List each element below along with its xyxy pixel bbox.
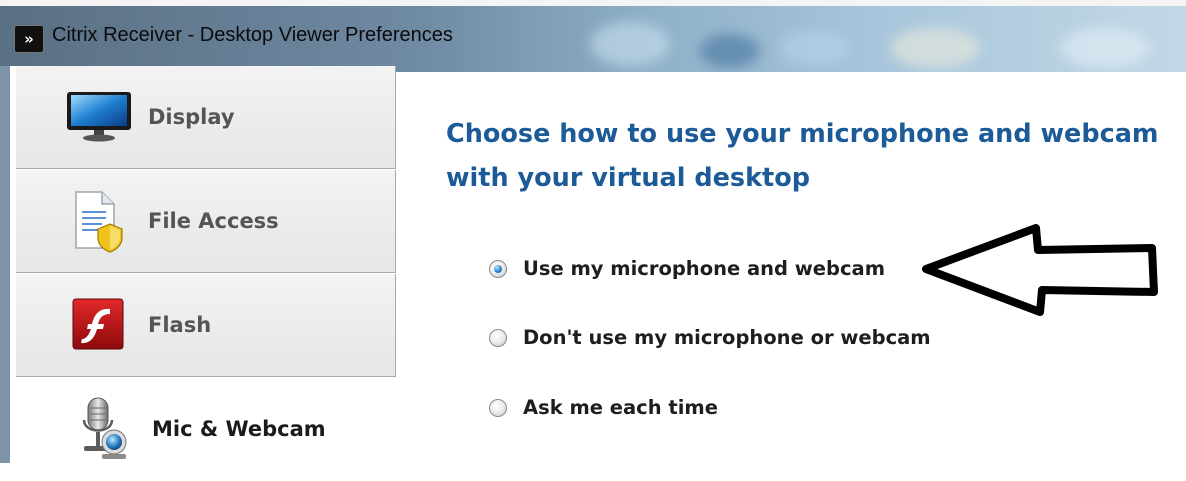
sidebar-item-display[interactable]: Display [16,66,396,169]
file-shield-icon [72,190,124,258]
window-title: Citrix Receiver - Desktop Viewer Prefere… [52,24,453,46]
background-blur [590,22,670,66]
background-blur [890,28,980,68]
title-bar: » Citrix Receiver - Desktop Viewer Prefe… [0,0,1186,72]
sidebar-item-file-access[interactable]: File Access [16,170,396,273]
sidebar-item-mic-webcam[interactable]: Mic & Webcam [16,378,396,481]
sidebar-item-label: Mic & Webcam [152,417,326,441]
sidebar-item-label: File Access [148,209,279,233]
radio-selected-dot [494,265,502,273]
background-blur [700,34,760,68]
sidebar: Display File Access Flash Mic & Webcam [10,66,396,481]
radio-button[interactable] [489,399,507,417]
sidebar-item-label: Display [148,105,235,129]
background-blur [780,30,850,66]
radio-button[interactable] [489,260,507,278]
citrix-receiver-icon: » [14,25,44,53]
microphone-webcam-icon [76,396,132,464]
left-arrow-annotation [920,224,1160,320]
option-label[interactable]: Use my microphone and webcam [523,257,885,280]
option-label[interactable]: Don't use my microphone or webcam [523,326,931,349]
sidebar-item-flash[interactable]: Flash [16,274,396,377]
sidebar-item-label: Flash [148,313,212,337]
background-blur [1060,28,1150,68]
window-frame-left [0,66,10,463]
radio-button[interactable] [489,329,507,347]
flash-icon [72,298,124,354]
page-heading: Choose how to use your microphone and we… [446,119,1159,193]
option-label[interactable]: Ask me each time [523,396,718,419]
title-bar-top-strip [0,0,1186,6]
monitor-icon [66,90,132,150]
